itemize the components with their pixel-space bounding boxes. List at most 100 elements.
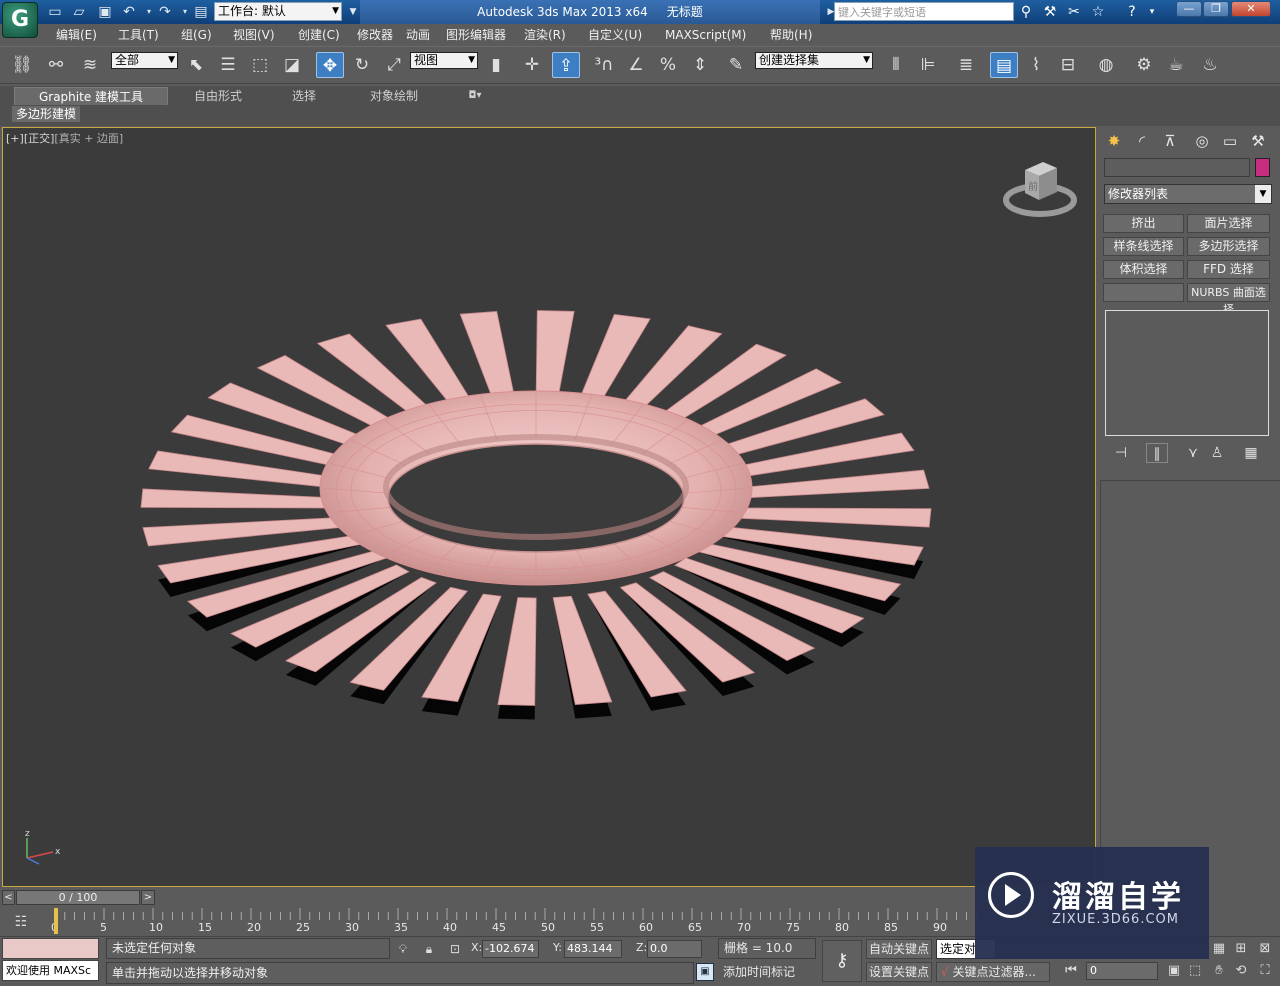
- y-coordinate-field[interactable]: 483.144: [564, 940, 622, 958]
- pan-view-icon[interactable]: ✋︎: [1210, 962, 1228, 980]
- binoculars-icon[interactable]: ⚲: [1016, 3, 1036, 21]
- show-end-result-icon[interactable]: ∥: [1146, 443, 1168, 463]
- set-key-button[interactable]: 设置关键点: [866, 962, 932, 982]
- material-editor-icon[interactable]: ◍: [1092, 52, 1120, 78]
- rendered-frame-window-icon[interactable]: ☕: [1162, 52, 1190, 78]
- modifier-button-patch-select[interactable]: 面片选择: [1187, 214, 1270, 233]
- add-time-tag-icon[interactable]: ▣: [696, 963, 714, 981]
- viewport-shading-label[interactable]: [真实 + 边面]: [54, 132, 123, 145]
- maxscript-listener-output[interactable]: [2, 938, 99, 959]
- selection-lock-icon[interactable]: 🔒︎: [420, 940, 438, 958]
- viewport-view-label[interactable]: [正交]: [24, 132, 55, 145]
- search-input[interactable]: 键入关键字或短语: [834, 2, 1014, 21]
- hierarchy-tab-icon[interactable]: ⊼: [1158, 130, 1182, 152]
- curve-editor-icon[interactable]: ⌇: [1022, 52, 1050, 78]
- modifier-stack[interactable]: [1105, 310, 1269, 436]
- viewport-menu-plus[interactable]: [+]: [6, 132, 24, 145]
- maxscript-listener-input[interactable]: 欢迎使用 MAXSc: [2, 960, 99, 981]
- window-crossing-icon[interactable]: ◪: [278, 52, 306, 78]
- viewport-label[interactable]: [+][正交][真实 + 边面]: [6, 130, 123, 146]
- time-slider-thumb[interactable]: 0 / 100: [16, 890, 140, 905]
- modify-tab-icon[interactable]: ◜: [1130, 130, 1154, 152]
- new-file-icon[interactable]: ▭: [46, 3, 64, 21]
- save-file-icon[interactable]: ▣: [96, 3, 114, 21]
- modifier-button-empty[interactable]: [1103, 283, 1184, 302]
- goto-start-icon[interactable]: ⏮: [1062, 962, 1080, 980]
- key-filters-button[interactable]: √ 关键点过滤器...: [936, 962, 1050, 982]
- add-time-tag-label[interactable]: 添加时间标记: [718, 962, 816, 984]
- mirror-icon[interactable]: ⫴: [882, 52, 910, 78]
- select-and-manipulate-icon[interactable]: ✛: [518, 52, 546, 78]
- pin-stack-icon[interactable]: ⊣: [1110, 443, 1132, 463]
- menu-tools[interactable]: 工具(T): [118, 27, 159, 43]
- spinner-snap-icon[interactable]: ⇕: [686, 52, 714, 78]
- current-frame-spinner[interactable]: 0: [1086, 962, 1158, 980]
- select-and-rotate-icon[interactable]: ↻: [348, 52, 376, 78]
- restore-button[interactable]: ❐: [1203, 1, 1229, 17]
- menu-animation[interactable]: 动画: [406, 27, 430, 43]
- schematic-view-icon[interactable]: ⊟: [1054, 52, 1082, 78]
- time-slider-prev-icon[interactable]: <: [2, 890, 15, 905]
- isolate-selection-icon[interactable]: 💡︎: [394, 940, 412, 958]
- bind-to-space-warp-icon[interactable]: ≋: [76, 52, 104, 78]
- zoom-extents-all-icon[interactable]: ▦: [1210, 940, 1228, 958]
- tab-selection[interactable]: 选择: [274, 87, 334, 105]
- remove-modifier-icon[interactable]: ♙: [1206, 443, 1228, 463]
- menu-graph-editors[interactable]: 图形编辑器: [446, 27, 506, 43]
- close-button[interactable]: ✕: [1231, 1, 1271, 17]
- modifier-list-dropdown[interactable]: 修改器列表 ▼: [1104, 184, 1272, 204]
- viewport[interactable]: 前 z x: [2, 127, 1096, 887]
- minimize-button[interactable]: —: [1176, 1, 1202, 17]
- select-object-icon[interactable]: ⬉: [182, 52, 210, 78]
- set-key-icon[interactable]: ⚷: [822, 940, 862, 982]
- undo-icon[interactable]: ↶: [120, 3, 138, 21]
- redo-icon[interactable]: ↷: [156, 3, 174, 21]
- maximize-viewport-icon[interactable]: ⛶: [1256, 962, 1274, 980]
- select-and-scale-icon[interactable]: ⤢: [380, 52, 408, 78]
- align-icon[interactable]: ⊫: [914, 52, 942, 78]
- configure-modifier-sets-icon[interactable]: ▦: [1240, 443, 1262, 463]
- open-file-icon[interactable]: ▱: [70, 3, 88, 21]
- modifier-button-ffd-select[interactable]: FFD 选择: [1187, 260, 1270, 279]
- render-production-icon[interactable]: ♨: [1196, 52, 1224, 78]
- selection-filter-dropdown[interactable]: 全部 ▼: [111, 52, 178, 69]
- menu-rendering[interactable]: 渲染(R): [524, 27, 566, 43]
- menu-create[interactable]: 创建(C): [298, 27, 340, 43]
- graphite-toggle-icon[interactable]: ▤: [990, 52, 1018, 78]
- select-by-name-icon[interactable]: ☰: [214, 52, 242, 78]
- x-coordinate-field[interactable]: -102.674: [482, 940, 539, 958]
- app-logo-button[interactable]: G: [2, 2, 38, 38]
- open-mini-curve-editor-icon[interactable]: ☷: [8, 910, 34, 934]
- create-tab-icon[interactable]: ✸: [1102, 130, 1126, 152]
- render-setup-icon[interactable]: ⚙: [1130, 52, 1158, 78]
- favorites-star-icon[interactable]: ☆: [1088, 3, 1108, 21]
- menu-views[interactable]: 视图(V): [233, 27, 275, 43]
- track-bar[interactable]: 051015202530354045505560657075808590: [40, 908, 1000, 934]
- modifier-button-spline-select[interactable]: 样条线选择: [1103, 237, 1184, 256]
- object-name-field[interactable]: [1104, 158, 1250, 177]
- pivot-center-icon[interactable]: ▮: [482, 52, 510, 78]
- viewcube[interactable]: 前: [1003, 162, 1077, 217]
- utilities-tab-icon[interactable]: ⚒: [1246, 130, 1270, 152]
- z-coordinate-field[interactable]: 0.0: [647, 940, 702, 958]
- menu-modifiers[interactable]: 修改器: [357, 27, 393, 43]
- rectangular-selection-icon[interactable]: ⬚: [246, 52, 274, 78]
- select-and-move-icon[interactable]: ✥: [316, 52, 344, 78]
- workspace-dropdown[interactable]: 工作台: 默认 ▼: [214, 2, 342, 21]
- snaps-toggle-icon[interactable]: ³∩: [590, 52, 618, 78]
- tab-graphite-modeling-tools[interactable]: Graphite 建模工具: [14, 87, 168, 105]
- unlink-selection-icon[interactable]: ⚯: [42, 52, 70, 78]
- orbit-icon[interactable]: ⟲: [1232, 962, 1250, 980]
- menu-customize[interactable]: 自定义(U): [588, 27, 642, 43]
- help-dropdown-icon[interactable]: ▾: [1142, 3, 1162, 21]
- zoom-extents-icon[interactable]: ⊞: [1232, 940, 1250, 958]
- ribbon-panel-polygon-modeling[interactable]: 多边形建模: [12, 106, 80, 122]
- angle-snap-icon[interactable]: ∠: [622, 52, 650, 78]
- edit-named-selection-icon[interactable]: ✎: [722, 52, 750, 78]
- modifier-button-poly-select[interactable]: 多边形选择: [1187, 237, 1270, 256]
- tab-freeform[interactable]: 自由形式: [178, 87, 258, 105]
- subscription-icon[interactable]: ✂: [1064, 3, 1084, 21]
- object-color-swatch[interactable]: [1255, 158, 1270, 177]
- modifier-button-nurbs-surface-select[interactable]: NURBS 曲面选择: [1187, 283, 1270, 316]
- time-configuration-icon[interactable]: ▣: [1165, 962, 1183, 980]
